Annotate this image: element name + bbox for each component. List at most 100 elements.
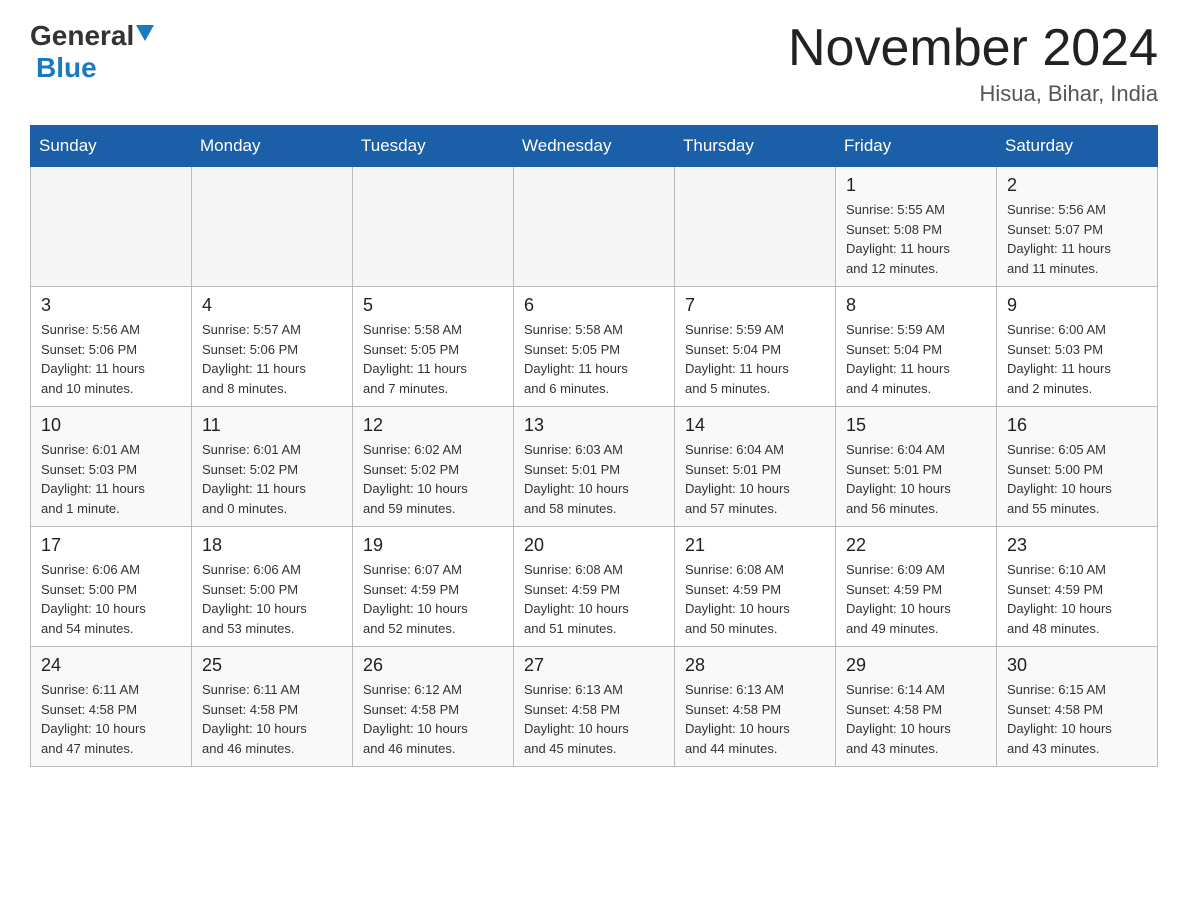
day-number: 11 bbox=[202, 415, 342, 436]
day-info: Sunrise: 5:56 AM Sunset: 5:06 PM Dayligh… bbox=[41, 320, 181, 398]
calendar-cell: 14 Sunrise: 6:04 AM Sunset: 5:01 PM Dayli… bbox=[675, 407, 836, 527]
weekday-header-saturday: Saturday bbox=[997, 126, 1158, 167]
day-number: 26 bbox=[363, 655, 503, 676]
page-header: General Blue November 2024 Hisua, Bihar,… bbox=[30, 20, 1158, 107]
day-number: 19 bbox=[363, 535, 503, 556]
weekday-header-wednesday: Wednesday bbox=[514, 126, 675, 167]
day-info: Sunrise: 6:15 AM Sunset: 4:58 PM Dayligh… bbox=[1007, 680, 1147, 758]
logo-arrow-icon bbox=[136, 25, 154, 46]
day-number: 13 bbox=[524, 415, 664, 436]
day-number: 28 bbox=[685, 655, 825, 676]
calendar-table: SundayMondayTuesdayWednesdayThursdayFrid… bbox=[30, 125, 1158, 767]
day-info: Sunrise: 6:06 AM Sunset: 5:00 PM Dayligh… bbox=[202, 560, 342, 638]
calendar-cell: 4 Sunrise: 5:57 AM Sunset: 5:06 PM Daylig… bbox=[192, 287, 353, 407]
day-number: 14 bbox=[685, 415, 825, 436]
calendar-cell: 5 Sunrise: 5:58 AM Sunset: 5:05 PM Daylig… bbox=[353, 287, 514, 407]
calendar-cell: 17 Sunrise: 6:06 AM Sunset: 5:00 PM Dayli… bbox=[31, 527, 192, 647]
calendar-cell: 2Sunrise: 5:56 AM Sunset: 5:07 PM Daylig… bbox=[997, 167, 1158, 287]
calendar-cell: 8 Sunrise: 5:59 AM Sunset: 5:04 PM Daylig… bbox=[836, 287, 997, 407]
day-info: Sunrise: 6:11 AM Sunset: 4:58 PM Dayligh… bbox=[41, 680, 181, 758]
day-number: 15 bbox=[846, 415, 986, 436]
calendar-cell: 16 Sunrise: 6:05 AM Sunset: 5:00 PM Dayli… bbox=[997, 407, 1158, 527]
day-info: Sunrise: 6:04 AM Sunset: 5:01 PM Dayligh… bbox=[685, 440, 825, 518]
logo-blue-text: Blue bbox=[36, 52, 97, 83]
calendar-cell bbox=[31, 167, 192, 287]
weekday-header-thursday: Thursday bbox=[675, 126, 836, 167]
calendar-cell: 12 Sunrise: 6:02 AM Sunset: 5:02 PM Dayli… bbox=[353, 407, 514, 527]
title-block: November 2024 Hisua, Bihar, India bbox=[788, 20, 1158, 107]
day-number: 8 bbox=[846, 295, 986, 316]
calendar-cell: 21 Sunrise: 6:08 AM Sunset: 4:59 PM Dayli… bbox=[675, 527, 836, 647]
day-info: Sunrise: 6:02 AM Sunset: 5:02 PM Dayligh… bbox=[363, 440, 503, 518]
day-info: Sunrise: 5:57 AM Sunset: 5:06 PM Dayligh… bbox=[202, 320, 342, 398]
day-number: 27 bbox=[524, 655, 664, 676]
day-number: 6 bbox=[524, 295, 664, 316]
calendar-cell: 18Sunrise: 6:06 AM Sunset: 5:00 PM Dayli… bbox=[192, 527, 353, 647]
day-info: Sunrise: 6:01 AM Sunset: 5:02 PM Dayligh… bbox=[202, 440, 342, 518]
calendar-cell bbox=[192, 167, 353, 287]
day-info: Sunrise: 6:07 AM Sunset: 4:59 PM Dayligh… bbox=[363, 560, 503, 638]
calendar-cell: 9 Sunrise: 6:00 AM Sunset: 5:03 PM Daylig… bbox=[997, 287, 1158, 407]
day-number: 4 bbox=[202, 295, 342, 316]
day-info: Sunrise: 5:55 AM Sunset: 5:08 PM Dayligh… bbox=[846, 200, 986, 278]
day-info: Sunrise: 5:56 AM Sunset: 5:07 PM Dayligh… bbox=[1007, 200, 1147, 278]
calendar-cell: 30Sunrise: 6:15 AM Sunset: 4:58 PM Dayli… bbox=[997, 647, 1158, 767]
calendar-cell: 1 Sunrise: 5:55 AM Sunset: 5:08 PM Daylig… bbox=[836, 167, 997, 287]
calendar-cell: 3Sunrise: 5:56 AM Sunset: 5:06 PM Daylig… bbox=[31, 287, 192, 407]
day-number: 25 bbox=[202, 655, 342, 676]
logo: General Blue bbox=[30, 20, 154, 84]
day-info: Sunrise: 5:58 AM Sunset: 5:05 PM Dayligh… bbox=[363, 320, 503, 398]
calendar-week-row: 10Sunrise: 6:01 AM Sunset: 5:03 PM Dayli… bbox=[31, 407, 1158, 527]
calendar-cell: 22 Sunrise: 6:09 AM Sunset: 4:59 PM Dayli… bbox=[836, 527, 997, 647]
calendar-title: November 2024 bbox=[788, 20, 1158, 77]
day-info: Sunrise: 6:00 AM Sunset: 5:03 PM Dayligh… bbox=[1007, 320, 1147, 398]
day-number: 29 bbox=[846, 655, 986, 676]
day-number: 7 bbox=[685, 295, 825, 316]
day-info: Sunrise: 6:13 AM Sunset: 4:58 PM Dayligh… bbox=[685, 680, 825, 758]
calendar-cell: 7 Sunrise: 5:59 AM Sunset: 5:04 PM Daylig… bbox=[675, 287, 836, 407]
weekday-header-row: SundayMondayTuesdayWednesdayThursdayFrid… bbox=[31, 126, 1158, 167]
calendar-week-row: 24Sunrise: 6:11 AM Sunset: 4:58 PM Dayli… bbox=[31, 647, 1158, 767]
day-info: Sunrise: 6:04 AM Sunset: 5:01 PM Dayligh… bbox=[846, 440, 986, 518]
calendar-cell: 13Sunrise: 6:03 AM Sunset: 5:01 PM Dayli… bbox=[514, 407, 675, 527]
day-number: 21 bbox=[685, 535, 825, 556]
weekday-header-tuesday: Tuesday bbox=[353, 126, 514, 167]
calendar-week-row: 17 Sunrise: 6:06 AM Sunset: 5:00 PM Dayli… bbox=[31, 527, 1158, 647]
day-number: 9 bbox=[1007, 295, 1147, 316]
day-info: Sunrise: 6:09 AM Sunset: 4:59 PM Dayligh… bbox=[846, 560, 986, 638]
calendar-week-row: 3Sunrise: 5:56 AM Sunset: 5:06 PM Daylig… bbox=[31, 287, 1158, 407]
day-info: Sunrise: 5:59 AM Sunset: 5:04 PM Dayligh… bbox=[846, 320, 986, 398]
calendar-cell: 29Sunrise: 6:14 AM Sunset: 4:58 PM Dayli… bbox=[836, 647, 997, 767]
day-number: 20 bbox=[524, 535, 664, 556]
calendar-cell: 20 Sunrise: 6:08 AM Sunset: 4:59 PM Dayli… bbox=[514, 527, 675, 647]
calendar-cell: 11 Sunrise: 6:01 AM Sunset: 5:02 PM Dayli… bbox=[192, 407, 353, 527]
calendar-week-row: 1 Sunrise: 5:55 AM Sunset: 5:08 PM Daylig… bbox=[31, 167, 1158, 287]
day-info: Sunrise: 5:58 AM Sunset: 5:05 PM Dayligh… bbox=[524, 320, 664, 398]
day-number: 17 bbox=[41, 535, 181, 556]
day-info: Sunrise: 6:08 AM Sunset: 4:59 PM Dayligh… bbox=[524, 560, 664, 638]
weekday-header-sunday: Sunday bbox=[31, 126, 192, 167]
calendar-cell bbox=[353, 167, 514, 287]
calendar-cell: 6 Sunrise: 5:58 AM Sunset: 5:05 PM Daylig… bbox=[514, 287, 675, 407]
day-number: 1 bbox=[846, 175, 986, 196]
calendar-cell: 10Sunrise: 6:01 AM Sunset: 5:03 PM Dayli… bbox=[31, 407, 192, 527]
day-info: Sunrise: 6:08 AM Sunset: 4:59 PM Dayligh… bbox=[685, 560, 825, 638]
day-info: Sunrise: 5:59 AM Sunset: 5:04 PM Dayligh… bbox=[685, 320, 825, 398]
day-info: Sunrise: 6:06 AM Sunset: 5:00 PM Dayligh… bbox=[41, 560, 181, 638]
day-number: 22 bbox=[846, 535, 986, 556]
calendar-subtitle: Hisua, Bihar, India bbox=[788, 81, 1158, 107]
day-info: Sunrise: 6:05 AM Sunset: 5:00 PM Dayligh… bbox=[1007, 440, 1147, 518]
calendar-cell: 25Sunrise: 6:11 AM Sunset: 4:58 PM Dayli… bbox=[192, 647, 353, 767]
day-info: Sunrise: 6:13 AM Sunset: 4:58 PM Dayligh… bbox=[524, 680, 664, 758]
calendar-cell: 26 Sunrise: 6:12 AM Sunset: 4:58 PM Dayli… bbox=[353, 647, 514, 767]
day-number: 5 bbox=[363, 295, 503, 316]
calendar-cell: 19 Sunrise: 6:07 AM Sunset: 4:59 PM Dayli… bbox=[353, 527, 514, 647]
calendar-cell: 24Sunrise: 6:11 AM Sunset: 4:58 PM Dayli… bbox=[31, 647, 192, 767]
day-info: Sunrise: 6:10 AM Sunset: 4:59 PM Dayligh… bbox=[1007, 560, 1147, 638]
day-number: 16 bbox=[1007, 415, 1147, 436]
day-number: 10 bbox=[41, 415, 181, 436]
day-number: 12 bbox=[363, 415, 503, 436]
calendar-cell bbox=[675, 167, 836, 287]
logo-general-text: General bbox=[30, 20, 134, 52]
day-info: Sunrise: 6:12 AM Sunset: 4:58 PM Dayligh… bbox=[363, 680, 503, 758]
